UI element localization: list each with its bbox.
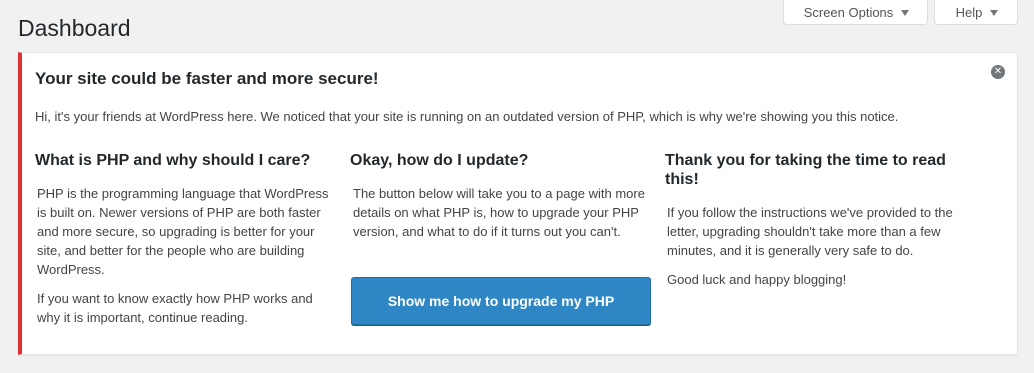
column-heading: Okay, how do I update? <box>350 152 529 169</box>
upgrade-php-button[interactable]: Show me how to upgrade my PHP <box>351 277 651 325</box>
column-paragraph: If you want to know exactly how PHP work… <box>37 291 313 325</box>
notice-intro: Hi, it's your friends at WordPress here.… <box>35 109 899 124</box>
notice-title: Your site could be faster and more secur… <box>35 69 379 88</box>
page-title: Dashboard <box>18 15 131 41</box>
screen-options-button[interactable]: Screen Options <box>783 0 928 25</box>
column-thank-you: Thank you for taking the time to read th… <box>665 151 975 299</box>
dismiss-icon[interactable]: ✕ <box>991 65 1005 79</box>
column-paragraph: The button below will take you to a page… <box>353 186 645 239</box>
column-paragraph: Good luck and happy blogging! <box>667 272 847 287</box>
caret-down-icon <box>990 9 999 16</box>
help-label: Help <box>955 4 983 20</box>
column-heading: What is PHP and why should I care? <box>35 152 311 169</box>
column-how-to-update: Okay, how do I update? The button below … <box>350 151 652 251</box>
help-button[interactable]: Help <box>934 0 1018 25</box>
screen-options-label: Screen Options <box>803 4 894 20</box>
column-paragraph: PHP is the programming language that Wor… <box>37 186 329 277</box>
column-heading: Thank you for taking the time to read th… <box>665 152 946 188</box>
php-upgrade-notice: Your site could be faster and more secur… <box>18 52 1018 355</box>
column-what-is-php: What is PHP and why should I care? PHP i… <box>35 151 335 337</box>
column-paragraph: If you follow the instructions we've pro… <box>667 205 953 258</box>
screen-meta-links: Screen Options Help <box>783 0 1018 25</box>
caret-down-icon <box>901 9 910 16</box>
